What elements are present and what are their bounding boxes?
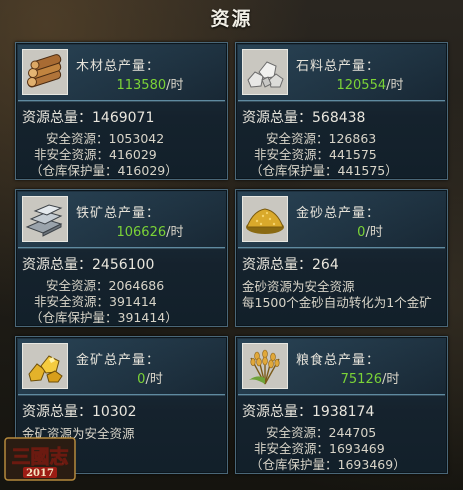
- production-rate: 113580/时: [116, 78, 184, 93]
- resource-panel-iron: 铁矿总产量： 106626/时 资源总量：2456100 安全资源：206468…: [15, 189, 228, 327]
- production-label: 金砂总产量：: [296, 206, 381, 221]
- production-label: 金矿总产量：: [76, 353, 161, 368]
- gold-sand-conversion-note: 每1500个金砂自动转化为1个金矿: [242, 295, 432, 310]
- resource-panel-stone: 石料总产量： 120554/时 资源总量：568438 安全资源：126863 …: [235, 42, 448, 180]
- grain-icon: [242, 343, 288, 389]
- game-logo: 三國志 2017: [3, 436, 77, 482]
- resource-total: 资源总量：1938174: [242, 404, 375, 420]
- resource-total: 资源总量：10302: [22, 404, 137, 420]
- production-label: 木材总产量：: [76, 59, 161, 74]
- stone-icon: [242, 49, 288, 95]
- logo-title: 三國志: [11, 445, 68, 468]
- resource-panel-wood: 木材总产量： 113580/时 资源总量：1469071 安全资源：105304…: [15, 42, 228, 180]
- production-label: 粮食总产量：: [296, 353, 381, 368]
- production-rate: 75126/时: [340, 372, 400, 387]
- resource-total: 资源总量：568438: [242, 110, 366, 126]
- resource-total: 资源总量：2456100: [22, 257, 155, 273]
- warehouse-protection: （仓库保护量：416029）: [30, 163, 178, 178]
- resource-panel-grain: 粮食总产量： 75126/时 资源总量：1938174 安全资源：244705 …: [235, 336, 448, 474]
- production-rate: 106626/时: [116, 225, 184, 240]
- iron-icon: [22, 196, 68, 242]
- production-rate: 0/时: [357, 225, 383, 240]
- gold-sand-icon: [242, 196, 288, 242]
- production-rate: 0/时: [137, 372, 163, 387]
- gold-ore-icon: [22, 343, 68, 389]
- resource-panel-gold-sand: 金砂总产量： 0/时 资源总量：264 金砂资源为安全资源 每1500个金砂自动…: [235, 189, 448, 327]
- warehouse-protection: （仓库保护量：391414）: [30, 310, 178, 325]
- production-label: 铁矿总产量：: [76, 206, 161, 221]
- production-label: 石料总产量：: [296, 59, 381, 74]
- production-rate: 120554/时: [336, 78, 404, 93]
- warehouse-protection: （仓库保护量：441575）: [250, 163, 398, 178]
- warehouse-protection: （仓库保护量：1693469）: [250, 457, 406, 472]
- logo-year: 2017: [26, 468, 54, 479]
- wood-icon: [22, 49, 68, 95]
- resource-total: 资源总量：1469071: [22, 110, 155, 126]
- resource-total: 资源总量：264: [242, 257, 339, 273]
- page-title: 资源: [210, 8, 253, 30]
